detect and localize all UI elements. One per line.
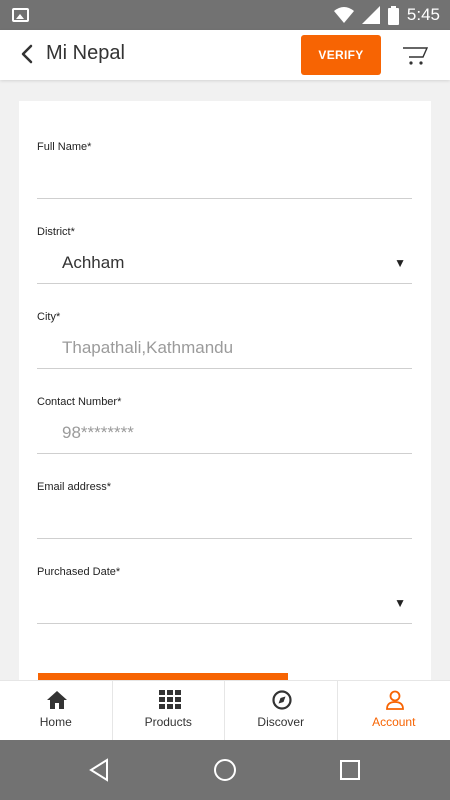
tab-products[interactable]: Products [113, 681, 225, 741]
battery-icon [387, 5, 399, 25]
purchased-date-underline [37, 623, 412, 624]
status-bar: 5:45 [0, 0, 450, 30]
tab-account[interactable]: Account [338, 681, 450, 741]
purchased-date-label: Purchased Date* [37, 566, 121, 578]
tab-label: Home [39, 715, 72, 729]
tab-label: Products [144, 715, 192, 729]
district-label: District* [37, 226, 75, 238]
city-label: City* [37, 311, 61, 323]
full-name-label: Full Name* [37, 141, 92, 153]
cart-icon[interactable] [402, 42, 430, 68]
district-value[interactable]: Achham [62, 253, 124, 273]
warranty-form: Full Name* District* Achham ▼ City* Thap… [19, 101, 431, 691]
city-underline [37, 368, 412, 369]
bottom-tab-bar: Home Products Discover Account [0, 680, 450, 741]
nav-back-icon[interactable] [88, 758, 110, 782]
wifi-icon [333, 7, 354, 23]
nav-home-icon[interactable] [213, 758, 237, 782]
contact-number-input[interactable]: 98******** [62, 423, 134, 443]
tab-home[interactable]: Home [0, 681, 113, 741]
contact-number-label: Contact Number* [37, 396, 122, 408]
back-arrow-icon[interactable] [16, 42, 40, 66]
image-notification-icon [12, 8, 29, 22]
page-title: Mi Nepal [46, 42, 125, 64]
email-underline [37, 538, 412, 539]
user-icon [385, 690, 404, 710]
tab-label: Discover [257, 715, 305, 729]
system-navigation-bar [0, 740, 450, 800]
home-icon [47, 691, 67, 709]
full-name-underline [37, 198, 412, 199]
dropdown-arrow-icon[interactable]: ▼ [394, 256, 406, 270]
compass-icon [272, 690, 292, 710]
app-bar: Mi Nepal VERIFY [0, 30, 450, 80]
tab-label: Account [372, 715, 416, 729]
tab-discover[interactable]: Discover [225, 681, 338, 741]
email-label: Email address* [37, 481, 111, 493]
verify-button[interactable]: VERIFY [301, 35, 381, 75]
nav-recents-icon[interactable] [339, 759, 361, 781]
signal-icon [361, 6, 380, 24]
contact-number-underline [37, 453, 412, 454]
dropdown-arrow-icon[interactable]: ▼ [394, 596, 406, 610]
district-underline [37, 283, 412, 284]
clock: 5:45 [406, 5, 440, 24]
city-input[interactable]: Thapathali,Kathmandu [62, 338, 233, 358]
grid-icon [158, 690, 181, 709]
